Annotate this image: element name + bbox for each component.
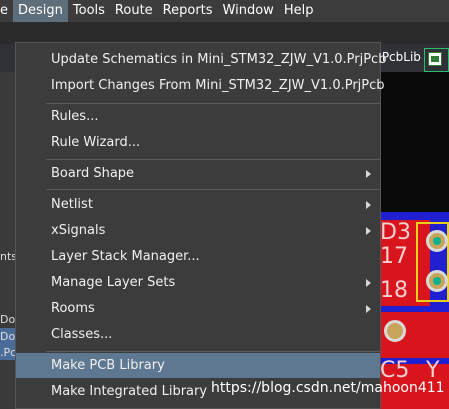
pad-hole [433,237,441,245]
submenu-arrow-icon [366,169,371,178]
menu-tools[interactable]: Tools [68,0,110,22]
submenu-arrow-icon [366,278,371,287]
pcb-designator: 17 [380,244,408,269]
menu-item-manage-layer-sets[interactable]: Manage Layer Sets [16,270,380,295]
menu-item-rule-wizard[interactable]: Rule Wizard... [16,130,380,155]
panel-fragment: Do [0,313,16,326]
menu-reports[interactable]: Reports [158,0,218,22]
menu-help[interactable]: Help [279,0,319,22]
submenu-arrow-icon [366,304,371,313]
menu-item-rooms[interactable]: Rooms [16,296,380,321]
menu-item-make-pcb-library[interactable]: Make PCB Library [16,353,380,378]
menu-item-label: Layer Stack Manager... [51,249,200,264]
menu-item-label: Rules... [51,109,99,124]
submenu-arrow-icon [366,226,371,235]
menu-item-import-changes[interactable]: Import Changes From Mini_STM32_ZJW_V1.0.… [16,73,385,98]
menu-route[interactable]: Route [110,0,158,22]
menu-item-label: Manage Layer Sets [51,275,176,290]
menu-item-label: Rooms [51,301,95,316]
menu-separator [46,189,380,190]
menu-item-label: Import Changes From Mini_STM32_ZJW_V1.0.… [51,78,385,93]
watermark-text: https://blog.csdn.net/mahoon411 [211,380,445,396]
menu-item-label: xSignals [51,223,106,238]
panel-fragment: .Pc [0,346,17,359]
menu-item-netlist[interactable]: Netlist [16,192,380,217]
menu-item-label: Netlist [51,197,93,212]
submenu-arrow-icon [366,200,371,209]
menu-item-label: Make Integrated Library [51,384,208,399]
menu-item-label: Rule Wizard... [51,135,141,150]
pad-hole [433,277,441,285]
menu-item-xsignals[interactable]: xSignals [16,218,380,243]
menu-edit[interactable]: e [0,0,13,22]
menu-bar: e Design Tools Route Reports Window Help [0,0,449,22]
design-menu: Update Schematics in Mini_STM32_ZJW_V1.0… [15,42,386,409]
menu-separator [46,159,380,160]
menu-design[interactable]: Design [13,0,68,22]
menu-item-label: Make PCB Library [51,358,165,373]
menu-separator [46,351,380,352]
menu-item-update-schematics[interactable]: Update Schematics in Mini_STM32_ZJW_V1.0… [16,47,386,72]
panel-fragment: Do [0,330,16,343]
menu-item-classes[interactable]: Classes... [16,322,380,347]
menu-item-label: Board Shape [51,166,135,181]
pcb-canvas[interactable]: D3 17 18 C5 Y [378,72,449,409]
menu-item-layer-stack-manager[interactable]: Layer Stack Manager... [16,244,380,269]
pcb-pad [384,320,406,342]
menu-item-board-shape[interactable]: Board Shape [16,161,380,186]
pcb-designator: 18 [380,278,408,303]
menu-item-label: Update Schematics in Mini_STM32_ZJW_V1.0… [51,52,387,67]
menu-item-label: Classes... [51,327,113,342]
pcb-designator: D3 [380,220,411,245]
pcb-document-icon[interactable] [428,52,442,66]
menu-item-rules[interactable]: Rules... [16,104,380,129]
menu-window[interactable]: Window [218,0,279,22]
